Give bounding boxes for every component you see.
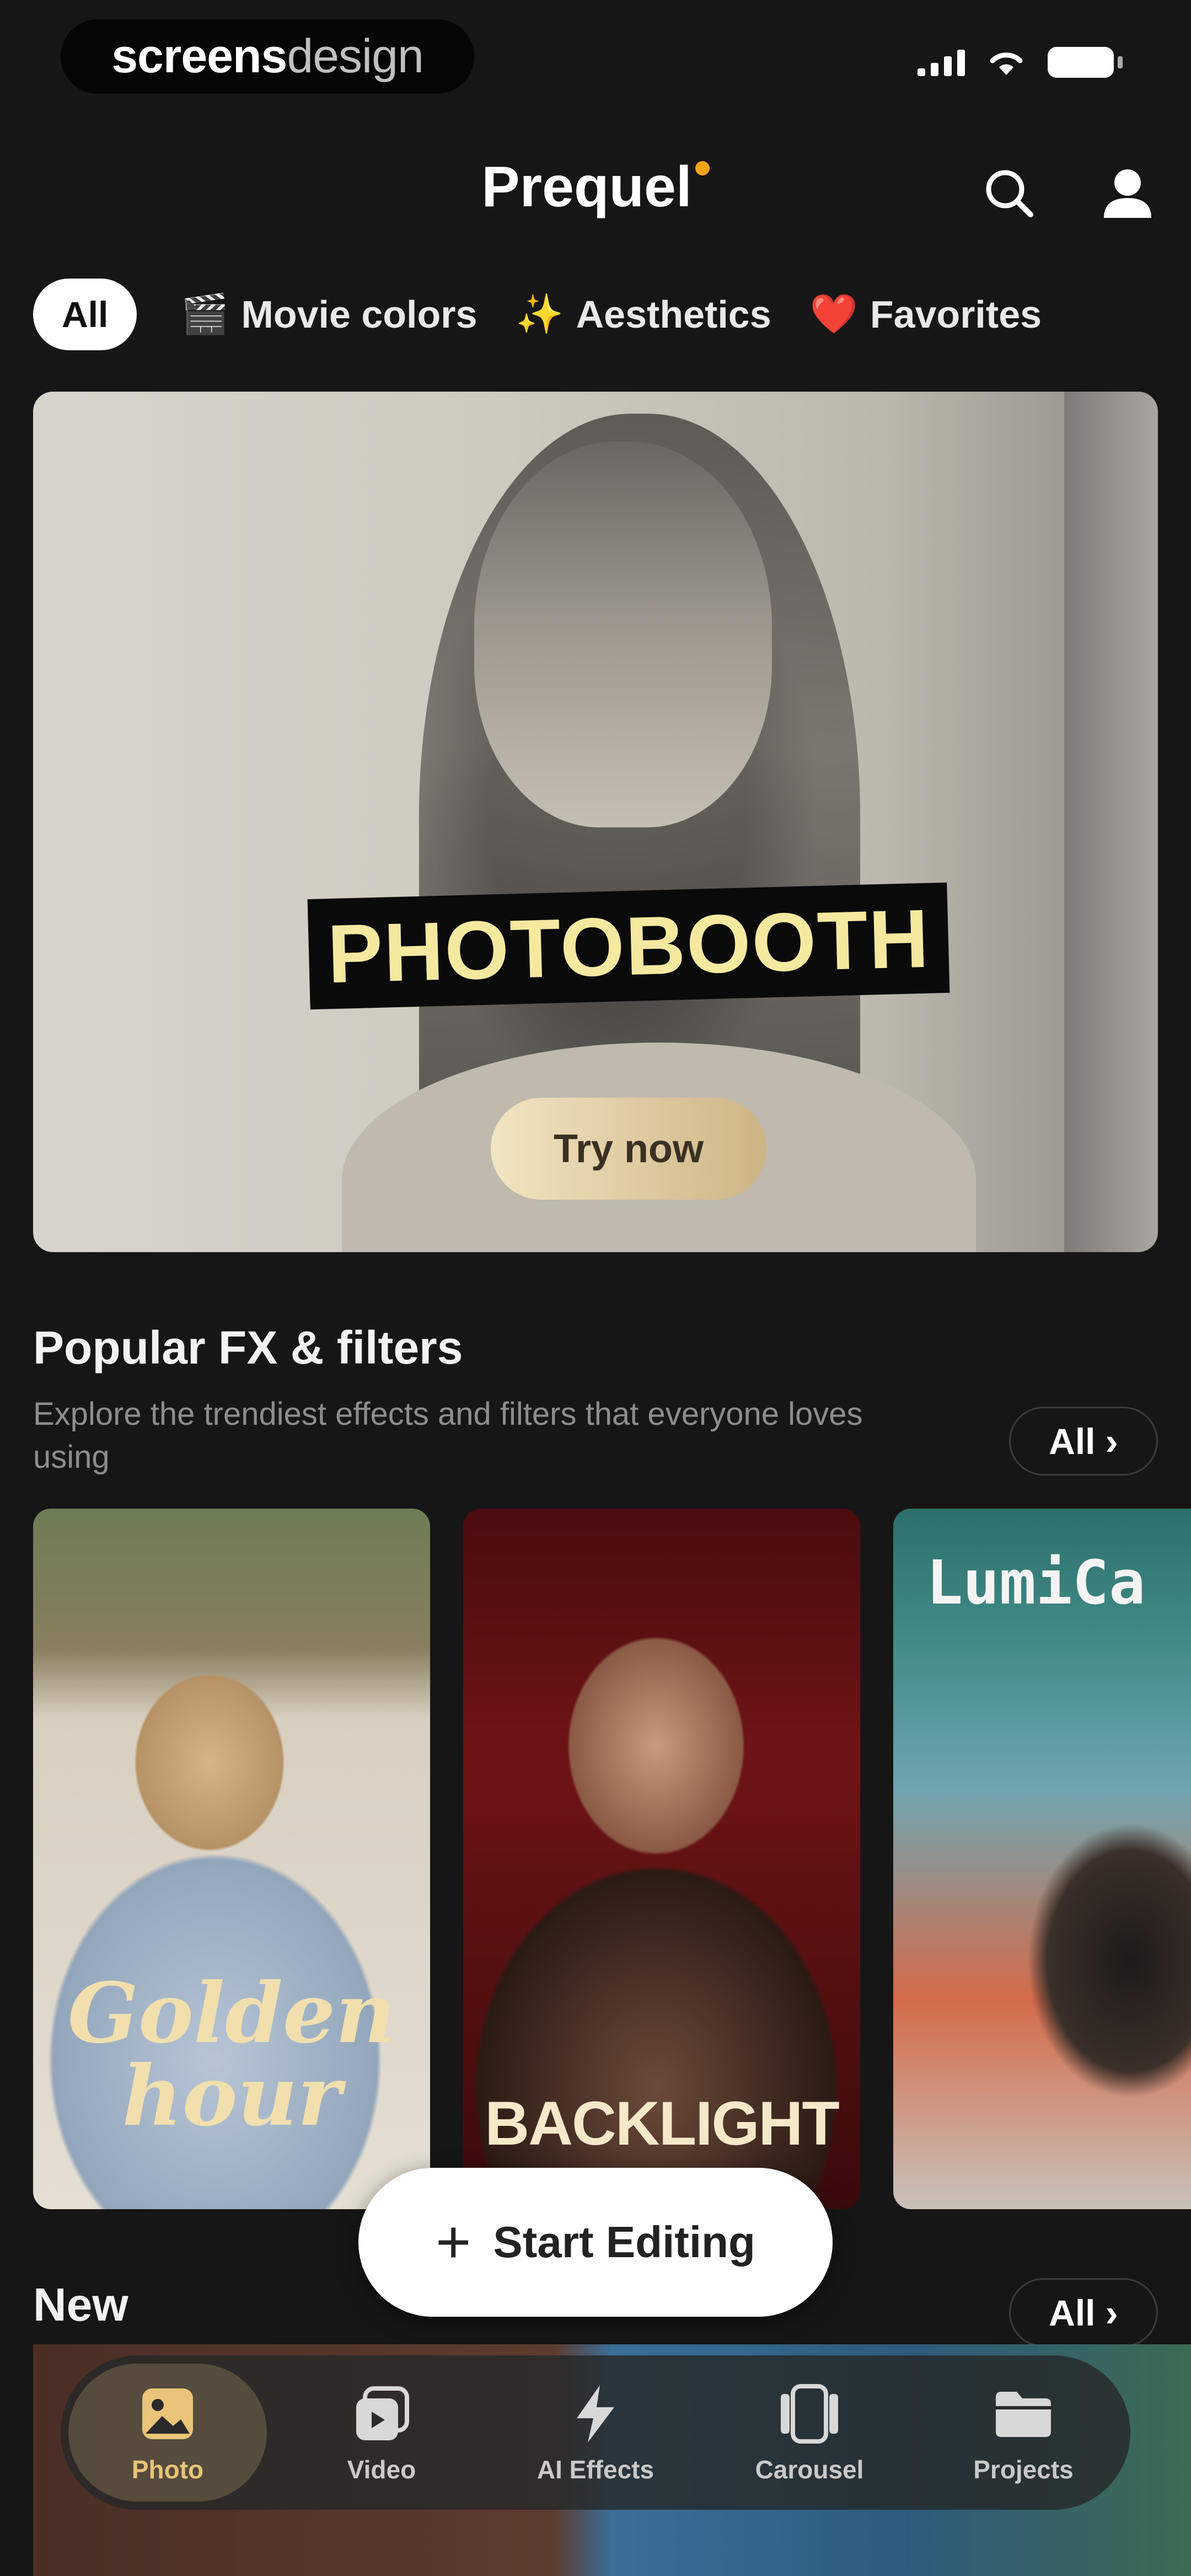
app-title-text: Prequel (481, 155, 692, 219)
tab-label: Carousel (755, 2455, 864, 2484)
start-editing-button[interactable]: + Start Editing (358, 2168, 833, 2317)
brand-light: design (287, 30, 423, 83)
clapperboard-icon: 🎬 (181, 292, 229, 335)
category-chips: All 🎬 Movie colors ✨ Aesthetics ❤️ Favor… (33, 279, 1080, 350)
tab-label: AI Effects (537, 2455, 654, 2484)
title-dot (695, 161, 710, 175)
search-icon[interactable] (979, 163, 1039, 223)
hero-photo-face (474, 441, 772, 827)
status-icons (918, 47, 1123, 78)
video-icon (356, 2386, 409, 2440)
chevron-right-icon: › (1105, 1419, 1118, 1463)
folder-icon (996, 2392, 1051, 2437)
carousel-icon (781, 2384, 838, 2444)
all-label: All (1049, 1420, 1096, 1462)
status-bar: screens design (0, 0, 1191, 127)
lightning-icon (577, 2385, 614, 2443)
chip-label: Favorites (870, 293, 1042, 336)
bottom-tab-bar: Photo Video AI Effects Carousel Projects (61, 2355, 1130, 2510)
brand-watermark: screens design (61, 19, 474, 94)
heart-icon: ❤️ (809, 292, 858, 335)
signal-icon (918, 49, 965, 76)
plus-icon: + (436, 2208, 471, 2276)
chip-label: Aesthetics (576, 293, 771, 336)
tab-projects[interactable]: Projects (924, 2364, 1123, 2502)
tab-carousel[interactable]: Carousel (710, 2364, 909, 2502)
filter-card-golden-hour[interactable]: Golden hour (33, 1509, 430, 2209)
try-now-button[interactable]: Try now (491, 1098, 766, 1200)
sparkles-icon: ✨ (516, 292, 564, 335)
chip-label: All (62, 294, 109, 335)
new-section-title: New (33, 2279, 128, 2331)
chip-all[interactable]: All (33, 279, 137, 350)
tab-label: Video (347, 2455, 416, 2484)
tab-label: Photo (131, 2455, 204, 2484)
battery-icon (1048, 47, 1123, 78)
wifi-icon (990, 52, 1023, 75)
hero-photo-door (1064, 392, 1158, 1252)
hero-banner[interactable]: PHOTOBOOTH Try now (33, 392, 1158, 1252)
chip-label: Movie colors (241, 293, 478, 336)
chip-movie-colors[interactable]: 🎬 Movie colors (181, 279, 477, 350)
filter-card-backlight[interactable]: BACKLIGHT (463, 1509, 860, 2209)
tab-video[interactable]: Video (282, 2364, 481, 2502)
chip-favorites[interactable]: ❤️ Favorites (810, 279, 1042, 350)
card-title: BACKLIGHT (485, 2089, 839, 2158)
popular-section-title: Popular FX & filters (33, 1322, 463, 1373)
all-label: All (1049, 2292, 1096, 2333)
photo-icon (142, 2388, 193, 2439)
chip-aesthetics[interactable]: ✨ Aesthetics (516, 279, 771, 350)
new-all-button[interactable]: All › (1009, 2278, 1158, 2347)
brand-bold: screens (111, 30, 287, 83)
tab-photo[interactable]: Photo (68, 2364, 267, 2502)
profile-icon[interactable] (1097, 163, 1158, 223)
hero-title: PHOTOBOOTH (307, 882, 950, 1010)
tab-ai-effects[interactable]: AI Effects (496, 2364, 695, 2502)
popular-section-subtitle: Explore the trendiest effects and filter… (33, 1396, 863, 1475)
card-title: LumiCa (926, 1547, 1146, 1618)
card-title: Golden hour (67, 1965, 396, 2145)
tab-label: Projects (973, 2455, 1074, 2484)
chevron-right-icon: › (1105, 2291, 1118, 2334)
start-editing-label: Start Editing (493, 2217, 755, 2267)
filter-card-lumica[interactable]: LumiCa (893, 1509, 1191, 2209)
popular-cards-carousel[interactable]: Golden hour BACKLIGHT LumiCa (33, 1509, 1191, 2209)
popular-all-button[interactable]: All › (1009, 1407, 1158, 1476)
